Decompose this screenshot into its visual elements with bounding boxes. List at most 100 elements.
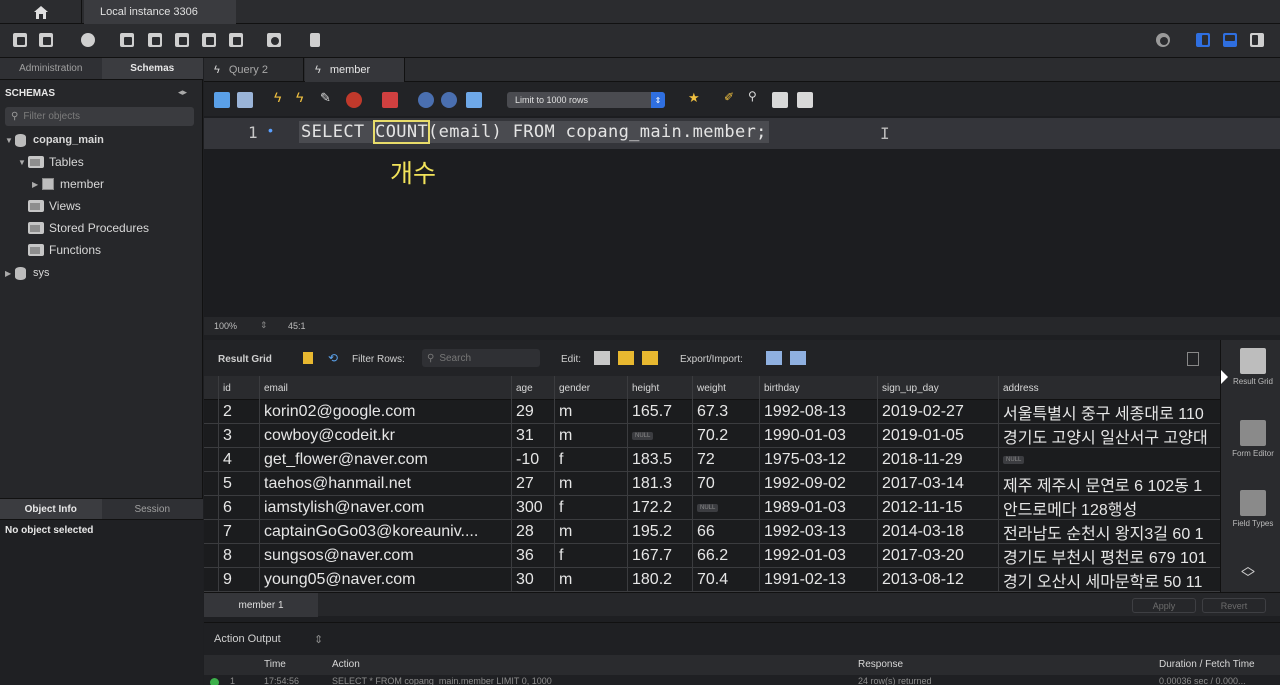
inspect-icon[interactable] [78,30,98,50]
table-row[interactable]: 5 taehos@hanmail.net 27 m 181.3 70 1992-09-02 2… [204,472,1220,496]
cell-birthday[interactable]: 1991-02-13 [759,568,877,591]
cell-gender[interactable]: f [554,448,627,471]
cell-birthday[interactable]: 1975-03-12 [759,448,877,471]
cell-email[interactable]: young05@naver.com [259,568,511,591]
cell-age[interactable]: 29 [511,400,554,423]
toggle-output-icon[interactable] [1220,30,1240,50]
collapse-triangle-icon[interactable]: ▶ [5,269,15,278]
rollback-icon[interactable] [441,92,457,108]
cell-sign-up-day[interactable]: 2013-08-12 [877,568,998,591]
cell-id[interactable]: 5 [218,472,259,495]
toggle-secondary-sidebar-icon[interactable] [1247,30,1267,50]
invisible-chars-icon[interactable] [772,92,788,108]
cell-birthday[interactable]: 1992-03-13 [759,520,877,543]
cell-birthday[interactable]: 1992-01-03 [759,544,877,567]
open-file-icon[interactable] [214,92,230,108]
cell-weight[interactable]: 72 [692,448,759,471]
create-schema-icon[interactable] [117,30,137,50]
zoom-level[interactable]: 100% [214,321,237,331]
result-grid-view-button[interactable]: Result Grid [1229,348,1277,386]
col-header-sign-up-day[interactable]: sign_up_day [877,376,998,400]
cell-address[interactable]: NULL [998,448,1220,471]
cell-gender[interactable]: m [554,424,627,447]
tab-object-info[interactable]: Object Info [0,499,102,519]
cell-age[interactable]: 31 [511,424,554,447]
add-row-icon[interactable] [618,351,634,365]
search-table-data-icon[interactable] [264,30,284,50]
toggle-error-icon[interactable] [382,92,398,108]
cell-email[interactable]: korin02@google.com [259,400,511,423]
cell-email[interactable]: get_flower@naver.com [259,448,511,471]
cell-id[interactable]: 9 [218,568,259,591]
cell-id[interactable]: 7 [218,520,259,543]
cell-birthday[interactable]: 1990-01-03 [759,424,877,447]
word-wrap-icon[interactable] [797,92,813,108]
table-row[interactable]: 9 young05@naver.com 30 m 180.2 70.4 1991-02-13… [204,568,1220,592]
home-tab[interactable] [0,0,82,24]
create-function-icon[interactable] [226,30,246,50]
cell-height[interactable]: NULL [627,424,692,447]
import-icon[interactable] [790,351,806,365]
cell-sign-up-day[interactable]: 2019-01-05 [877,424,998,447]
cell-id[interactable]: 4 [218,448,259,471]
refresh-icon[interactable]: ⟲ [328,351,338,365]
col-header-address[interactable]: address [998,376,1220,400]
snippet-icon[interactable]: ✐ [724,90,740,106]
cell-age[interactable]: 27 [511,472,554,495]
expand-triangle-icon[interactable]: ▼ [5,136,15,145]
cell-weight[interactable]: 66 [692,520,759,543]
zoom-stepper-icon[interactable]: ⇕ [260,320,268,331]
autocommit-icon[interactable] [466,92,482,108]
cell-gender[interactable]: f [554,496,627,519]
scroll-chevrons-icon[interactable]: ︿ ﹀ [1241,559,1255,585]
tab-member-1[interactable]: member 1 [204,593,318,617]
tab-schemas[interactable]: Schemas [101,58,203,79]
execute-current-lightning-icon[interactable]: ϟ [296,89,312,105]
table-row[interactable]: 3 cowboy@codeit.kr 31 m NULL 70.2 1990-01-03 20… [204,424,1220,448]
col-header-id[interactable]: id [218,376,259,400]
output-select-icon[interactable]: ⇕ [314,633,323,646]
tab-query-2[interactable]: ϟ Query 2 [204,58,304,82]
revert-button[interactable]: Revert [1202,598,1266,613]
col-header-birthday[interactable]: birthday [759,376,877,400]
cell-address[interactable]: 경기도 부천시 평천로 679 101 [998,544,1220,567]
col-header-age[interactable]: age [511,376,554,400]
cell-birthday[interactable]: 1992-09-02 [759,472,877,495]
cell-id[interactable]: 2 [218,400,259,423]
cell-sign-up-day[interactable]: 2018-11-29 [877,448,998,471]
cell-email[interactable]: cowboy@codeit.kr [259,424,511,447]
cell-age[interactable]: -10 [511,448,554,471]
cell-id[interactable]: 6 [218,496,259,519]
cell-height[interactable]: 165.7 [627,400,692,423]
cell-age[interactable]: 36 [511,544,554,567]
collapse-triangle-icon[interactable]: ▶ [32,180,42,189]
col-header-height[interactable]: height [627,376,692,400]
delete-row-icon[interactable] [642,351,658,365]
schema-copang-main[interactable]: ▼ copang_main [5,131,104,149]
table-row[interactable]: 6 iamstylish@naver.com 300 f 172.2 NULL 1989-0… [204,496,1220,520]
save-icon[interactable] [237,92,253,108]
settings-gear-icon[interactable] [1153,30,1173,50]
cell-height[interactable]: 183.5 [627,448,692,471]
cell-weight[interactable]: 67.3 [692,400,759,423]
cell-address[interactable]: 서울특별시 중구 세종대로 110 [998,400,1220,423]
tab-administration[interactable]: Administration [0,58,102,79]
filter-rows-input[interactable]: ⚲ Search [422,349,540,367]
apply-button[interactable]: Apply [1132,598,1196,613]
cell-gender[interactable]: m [554,520,627,543]
cell-email[interactable]: iamstylish@naver.com [259,496,511,519]
cell-sign-up-day[interactable]: 2017-03-20 [877,544,998,567]
schema-sys[interactable]: ▶ sys [5,264,50,282]
table-row[interactable]: 2 korin02@google.com 29 m 165.7 67.3 1992-08-1… [204,400,1220,424]
find-icon[interactable]: ⚲ [748,89,764,105]
cell-weight[interactable]: 70.4 [692,568,759,591]
connection-tab[interactable]: Local instance 3306 [84,0,236,24]
cell-email[interactable]: taehos@hanmail.net [259,472,511,495]
cell-address[interactable]: 경기 오산시 세마문학로 50 11 [998,568,1220,591]
toggle-sidebar-icon[interactable] [1193,30,1213,50]
table-row[interactable]: 8 sungsos@naver.com 36 f 167.7 66.2 1992-01-03… [204,544,1220,568]
cell-gender[interactable]: m [554,400,627,423]
cell-weight[interactable]: 70.2 [692,424,759,447]
cell-sign-up-day[interactable]: 2014-03-18 [877,520,998,543]
table-member[interactable]: ▶ member [32,175,104,193]
